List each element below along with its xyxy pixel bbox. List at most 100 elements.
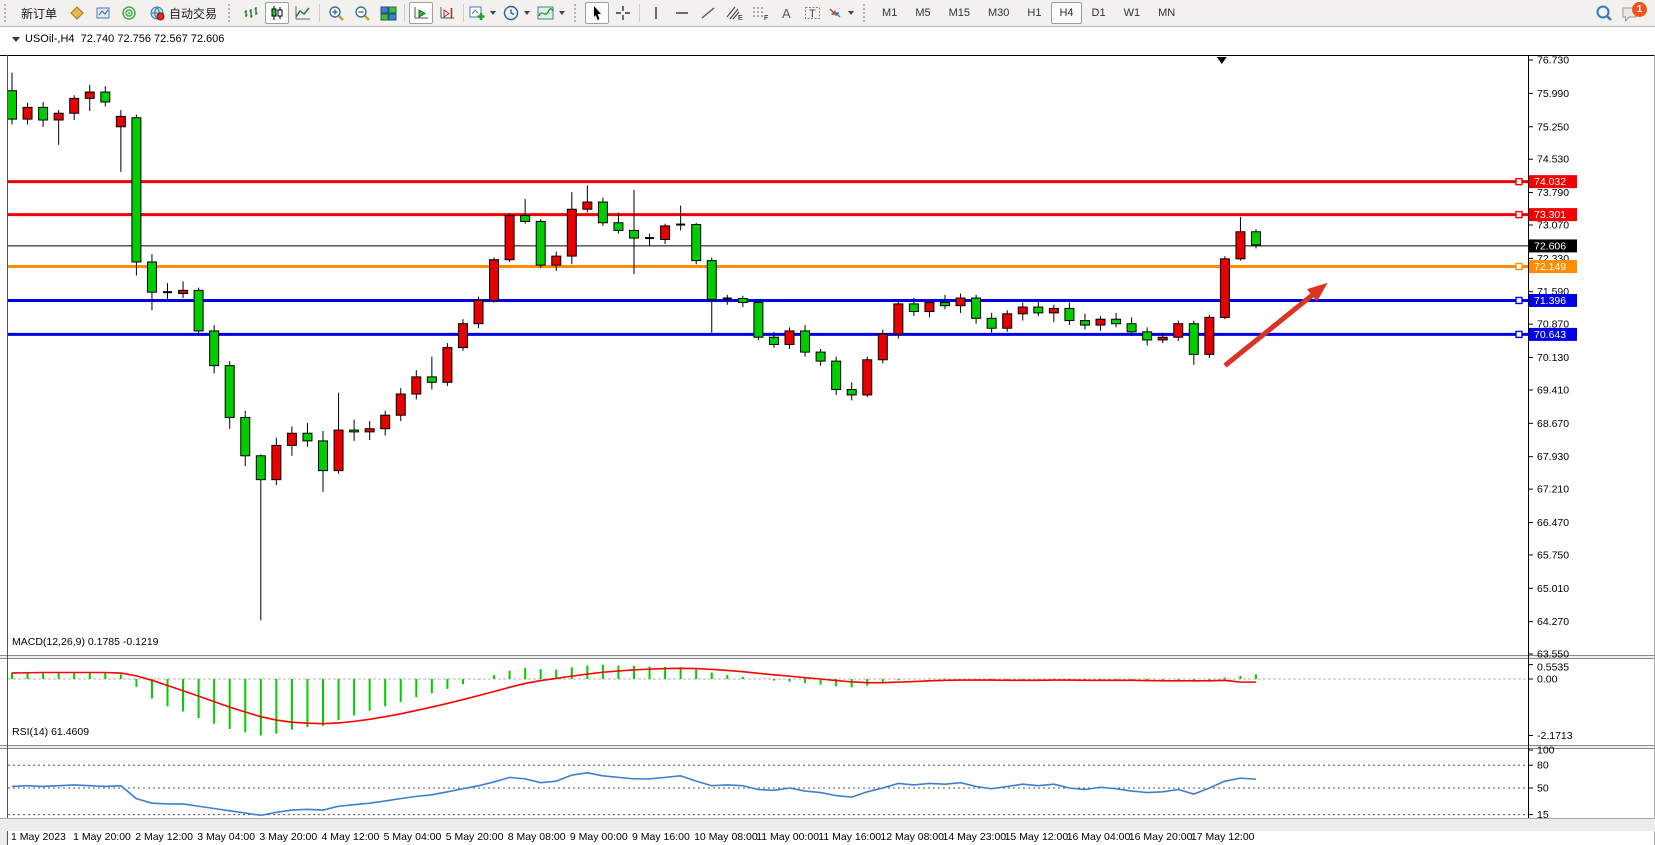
- svg-text:69.410: 69.410: [1537, 384, 1569, 396]
- zoom-out-icon: [354, 5, 371, 22]
- auto-scroll-button[interactable]: [409, 2, 433, 24]
- timeframe-h4-button[interactable]: H4: [1051, 2, 1081, 24]
- text-label-button[interactable]: T: [800, 2, 824, 24]
- cursor-button[interactable]: [585, 2, 609, 24]
- tile-windows-button[interactable]: [376, 2, 400, 24]
- svg-text:73.070: 73.070: [1537, 220, 1569, 232]
- fibonacci-icon: F: [751, 5, 769, 21]
- toolbar-separator: [463, 4, 464, 22]
- candle: [1003, 310, 1012, 332]
- svg-text:67.930: 67.930: [1537, 451, 1569, 463]
- chart-shift-button[interactable]: [435, 2, 459, 24]
- new-chart-dropdown[interactable]: [468, 2, 500, 24]
- svg-text:63.550: 63.550: [1537, 649, 1569, 661]
- window-bottom-edge: [0, 818, 1655, 831]
- candle: [832, 357, 841, 395]
- svg-text:1 May 2023: 1 May 2023: [11, 831, 66, 843]
- hline-handle[interactable]: [1516, 331, 1522, 337]
- svg-text:5 May 20:00: 5 May 20:00: [446, 831, 504, 843]
- equidistant-channel-icon: E: [725, 5, 743, 21]
- notifications-button[interactable]: 1: [1621, 3, 1645, 23]
- ohlc-readout: 72.740 72.756 72.567 72.606: [81, 33, 225, 45]
- svg-text:70.643: 70.643: [1534, 329, 1566, 341]
- svg-text:75.990: 75.990: [1537, 88, 1569, 100]
- candle: [443, 343, 452, 386]
- price-chart[interactable]: 76.73075.99075.25074.53073.79073.07072.3…: [0, 55, 1655, 845]
- hline-handle[interactable]: [1516, 179, 1522, 185]
- new-order-button[interactable]: 新订单: [15, 2, 63, 24]
- svg-text:50: 50: [1537, 783, 1549, 795]
- timeframe-d1-button[interactable]: D1: [1084, 2, 1114, 24]
- equidistant-channel-button[interactable]: E: [722, 2, 746, 24]
- svg-text:11 May 00:00: 11 May 00:00: [756, 831, 819, 843]
- search-icon[interactable]: [1595, 4, 1613, 22]
- price-chip-70.643: 70.643: [1529, 328, 1577, 341]
- price-chip-72.149: 72.149: [1529, 260, 1577, 273]
- arrows-dropdown[interactable]: [826, 2, 858, 24]
- svg-text:5 May 04:00: 5 May 04:00: [384, 831, 442, 843]
- toolbar-grip[interactable]: [228, 4, 234, 22]
- svg-text:76.730: 76.730: [1537, 55, 1569, 67]
- hline-handle[interactable]: [1516, 264, 1522, 270]
- vertical-line-button[interactable]: [644, 2, 668, 24]
- timeframe-mn-button[interactable]: MN: [1150, 2, 1183, 24]
- trendline-button[interactable]: [696, 2, 720, 24]
- zoom-out-button[interactable]: [350, 2, 374, 24]
- text-button[interactable]: A: [774, 2, 798, 24]
- svg-text:74.032: 74.032: [1534, 176, 1566, 188]
- candle: [754, 299, 763, 340]
- svg-text:75.250: 75.250: [1537, 121, 1569, 133]
- line-chart-button[interactable]: [291, 2, 315, 24]
- candlestick-chart-button[interactable]: [265, 2, 289, 24]
- candle: [1220, 256, 1229, 319]
- data-window-button[interactable]: [91, 2, 115, 24]
- hline-handle[interactable]: [1516, 297, 1522, 303]
- svg-text:8 May 08:00: 8 May 08:00: [508, 831, 566, 843]
- timeframe-h1-button[interactable]: H1: [1019, 2, 1049, 24]
- bar-chart-icon: [243, 5, 259, 21]
- svg-text:72.606: 72.606: [1534, 240, 1566, 252]
- toolbar-right-group: 1: [1595, 3, 1655, 23]
- periods-dropdown[interactable]: [502, 2, 534, 24]
- chart-header[interactable]: USOil-,H4 72.740 72.756 72.567 72.606: [12, 33, 224, 45]
- fibonacci-button[interactable]: F: [748, 2, 772, 24]
- timeframe-m5-button[interactable]: M5: [907, 2, 938, 24]
- timeframe-m1-button[interactable]: M1: [874, 2, 905, 24]
- candle: [132, 115, 141, 276]
- navigator-button[interactable]: [117, 2, 141, 24]
- svg-text:16 May 04:00: 16 May 04:00: [1067, 831, 1131, 843]
- chart-shift-icon: [439, 5, 456, 22]
- toolbar-separator: [639, 4, 640, 22]
- market-watch-button[interactable]: [65, 2, 89, 24]
- svg-text:66.470: 66.470: [1537, 517, 1569, 529]
- svg-text:12 May 08:00: 12 May 08:00: [880, 831, 944, 843]
- timeframe-m15-button[interactable]: M15: [941, 2, 978, 24]
- candle: [474, 297, 483, 329]
- timeframe-m30-button[interactable]: M30: [980, 2, 1017, 24]
- timeframe-w1-button[interactable]: W1: [1116, 2, 1149, 24]
- indicators-dropdown[interactable]: [536, 2, 569, 24]
- auto-trading-button[interactable]: 自动交易: [143, 2, 223, 24]
- chart-menu-caret-icon[interactable]: [12, 37, 20, 42]
- tile-windows-icon: [380, 5, 397, 22]
- hline-handle[interactable]: [1516, 212, 1522, 218]
- toolbar-grip[interactable]: [574, 4, 580, 22]
- toolbar-grip[interactable]: [863, 4, 869, 22]
- candle: [458, 319, 467, 351]
- auto-scroll-icon: [413, 5, 430, 22]
- candle: [210, 325, 219, 373]
- crosshair-button[interactable]: [611, 2, 635, 24]
- toolbar-grip[interactable]: [4, 4, 10, 22]
- timeframe-toolbar: M1M5M15M30H1H4D1W1MN: [873, 2, 1184, 24]
- zoom-in-icon: [328, 5, 345, 22]
- svg-text:3 May 04:00: 3 May 04:00: [197, 831, 255, 843]
- candle: [878, 330, 887, 364]
- svg-text:100: 100: [1537, 745, 1555, 757]
- bar-chart-button[interactable]: [239, 2, 263, 24]
- auto-trading-icon: [149, 5, 165, 21]
- horizontal-line-button[interactable]: [670, 2, 694, 24]
- zoom-in-button[interactable]: [324, 2, 348, 24]
- svg-text:67.210: 67.210: [1537, 484, 1569, 496]
- cursor-icon: [590, 5, 605, 21]
- auto-trading-label: 自动交易: [169, 5, 217, 22]
